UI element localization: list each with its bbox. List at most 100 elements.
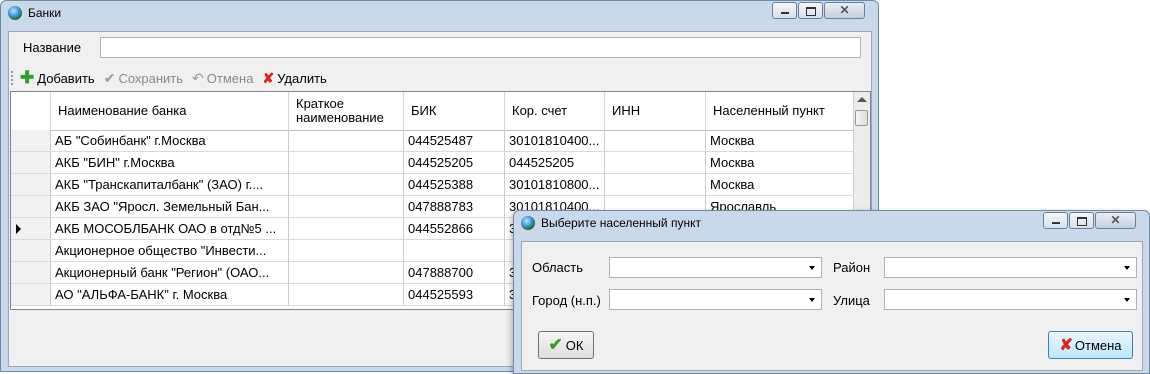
column-header-locality[interactable]: Населенный пункт [706, 92, 856, 130]
cell-bank-name[interactable]: АКБ "Транскапиталбанк" (ЗАО) г.... [51, 174, 289, 196]
table-row[interactable]: АБ "Собинбанк" г.Москва 044525487 30101810… [11, 130, 856, 152]
globe-icon [521, 216, 535, 230]
cell-short-name[interactable] [289, 152, 404, 174]
cancel-button-label: Отмена [206, 70, 254, 86]
green-check-icon: ✔ [548, 335, 563, 354]
row-header-corner [11, 92, 51, 130]
toolbar-grip[interactable] [11, 71, 16, 85]
cell-short-name[interactable] [289, 262, 404, 284]
row-header[interactable] [11, 130, 51, 151]
save-button[interactable]: ✔ Сохранить [104, 71, 183, 86]
chevron-down-icon [809, 298, 815, 302]
globe-icon [8, 6, 22, 20]
cancel-button[interactable]: ↶ Отмена [192, 71, 253, 86]
close-button[interactable]: ✕ [824, 2, 865, 19]
region-label: Область [532, 260, 584, 275]
ok-button[interactable]: ✔ ОК [538, 331, 594, 359]
row-header[interactable] [11, 174, 51, 195]
dialog-cancel-button-label: Отмена [1074, 337, 1122, 353]
cell-short-name[interactable] [289, 130, 404, 152]
current-row-arrow-icon [16, 224, 21, 234]
row-header[interactable] [11, 152, 51, 173]
name-filter-label: Название [23, 40, 82, 55]
delete-button[interactable]: ✘ Удалить [262, 71, 326, 86]
column-header-inn[interactable]: ИНН [605, 92, 706, 130]
cell-short-name[interactable] [289, 174, 404, 196]
cell-bank-name[interactable]: АКБ МОСОБЛБАНК ОАО в отд№5 ... [51, 218, 289, 240]
cell-locality[interactable]: Москва [706, 174, 856, 196]
region-combobox[interactable] [609, 257, 822, 278]
cell-corr-account[interactable]: 044525205 [505, 152, 605, 174]
chevron-down-icon [1124, 298, 1130, 302]
cell-bik[interactable]: 044525487 [404, 130, 505, 152]
row-header[interactable] [11, 262, 51, 283]
cell-corr-account[interactable]: 30101810800... [505, 174, 605, 196]
row-header[interactable] [11, 240, 51, 261]
name-filter-input[interactable] [100, 37, 861, 58]
cell-short-name[interactable] [289, 284, 404, 306]
dialog-maximize-button[interactable] [1069, 212, 1094, 229]
dialog-title-bar[interactable]: Выберите населенный пункт ✕ [514, 211, 1149, 235]
cell-locality[interactable]: Москва [706, 130, 856, 152]
table-header: Наименование банка Краткое наименование … [11, 92, 856, 131]
select-locality-dialog: Выберите населенный пункт ✕ Область Райо… [513, 210, 1150, 374]
cell-bank-name[interactable]: АО "АЛЬФА-БАНК" г. Москва [51, 284, 289, 306]
column-header-bank-name[interactable]: Наименование банка [51, 92, 289, 130]
window-title: Банки [28, 6, 62, 20]
add-button[interactable]: ✚ Добавить [20, 69, 95, 86]
maximize-icon [806, 7, 816, 16]
row-header[interactable] [11, 218, 51, 239]
checkmark-icon: ✔ [103, 70, 116, 86]
cell-bik[interactable]: 044552866 [404, 218, 505, 240]
dialog-minimize-button[interactable] [1043, 212, 1068, 229]
toolbar: ✚ Добавить ✔ Сохранить ↶ Отмена ✘ Удалит… [11, 68, 336, 88]
cell-bik[interactable]: 047888700 [404, 262, 505, 284]
dialog-title: Выберите населенный пункт [541, 216, 701, 230]
chevron-down-icon [1124, 266, 1130, 270]
city-label: Город (н.п.) [532, 293, 601, 308]
cell-corr-account[interactable]: 30101810400... [505, 130, 605, 152]
table-row[interactable]: АКБ "Транскапиталбанк" (ЗАО) г.... 044525… [11, 174, 856, 196]
column-header-corr-account[interactable]: Кор. счет [505, 92, 605, 130]
scroll-up-icon[interactable] [857, 97, 867, 102]
row-header[interactable] [11, 196, 51, 217]
cell-short-name[interactable] [289, 196, 404, 218]
cell-bank-name[interactable]: АКБ "БИН" г.Москва [51, 152, 289, 174]
minimize-button[interactable] [772, 2, 797, 19]
cell-bank-name[interactable]: АБ "Собинбанк" г.Москва [51, 130, 289, 152]
cell-bank-name[interactable]: Акционерный банк "Регион" (ОАО... [51, 262, 289, 284]
cell-bik[interactable]: 047888783 [404, 196, 505, 218]
cell-short-name[interactable] [289, 218, 404, 240]
undo-icon: ↶ [192, 70, 204, 86]
cell-bik[interactable]: 044525388 [404, 174, 505, 196]
cell-bik[interactable]: 044525593 [404, 284, 505, 306]
cell-bank-name[interactable]: Акционерное общество "Инвести... [51, 240, 289, 262]
scroll-thumb[interactable] [855, 110, 868, 126]
column-header-short-name[interactable]: Краткое наименование [289, 92, 404, 130]
minimize-icon [781, 12, 789, 14]
district-label: Район [833, 260, 871, 275]
cell-inn[interactable] [605, 130, 706, 152]
close-icon: ✕ [1110, 213, 1121, 227]
cell-short-name[interactable] [289, 240, 404, 262]
table-row[interactable]: АКБ "БИН" г.Москва 044525205 044525205 Моск… [11, 152, 856, 174]
maximize-button[interactable] [798, 2, 823, 19]
title-bar[interactable]: Банки ✕ [1, 1, 878, 25]
maximize-icon [1077, 217, 1087, 226]
row-header[interactable] [11, 284, 51, 305]
cell-bank-name[interactable]: АКБ ЗАО "Яросл. Земельный Бан... [51, 196, 289, 218]
cell-bik[interactable]: 044525205 [404, 152, 505, 174]
street-combobox[interactable] [884, 289, 1137, 310]
city-combobox[interactable] [609, 289, 822, 310]
ok-button-label: ОК [565, 337, 584, 353]
cell-bik[interactable] [404, 240, 505, 262]
red-x-icon: ✘ [262, 70, 275, 86]
cell-inn[interactable] [605, 174, 706, 196]
red-x-icon: ✘ [1059, 337, 1073, 354]
district-combobox[interactable] [884, 257, 1137, 278]
dialog-cancel-button[interactable]: ✘ Отмена [1048, 331, 1133, 359]
cell-locality[interactable]: Москва [706, 152, 856, 174]
cell-inn[interactable] [605, 152, 706, 174]
dialog-close-button[interactable]: ✕ [1095, 212, 1136, 229]
column-header-bik[interactable]: БИК [404, 92, 505, 130]
